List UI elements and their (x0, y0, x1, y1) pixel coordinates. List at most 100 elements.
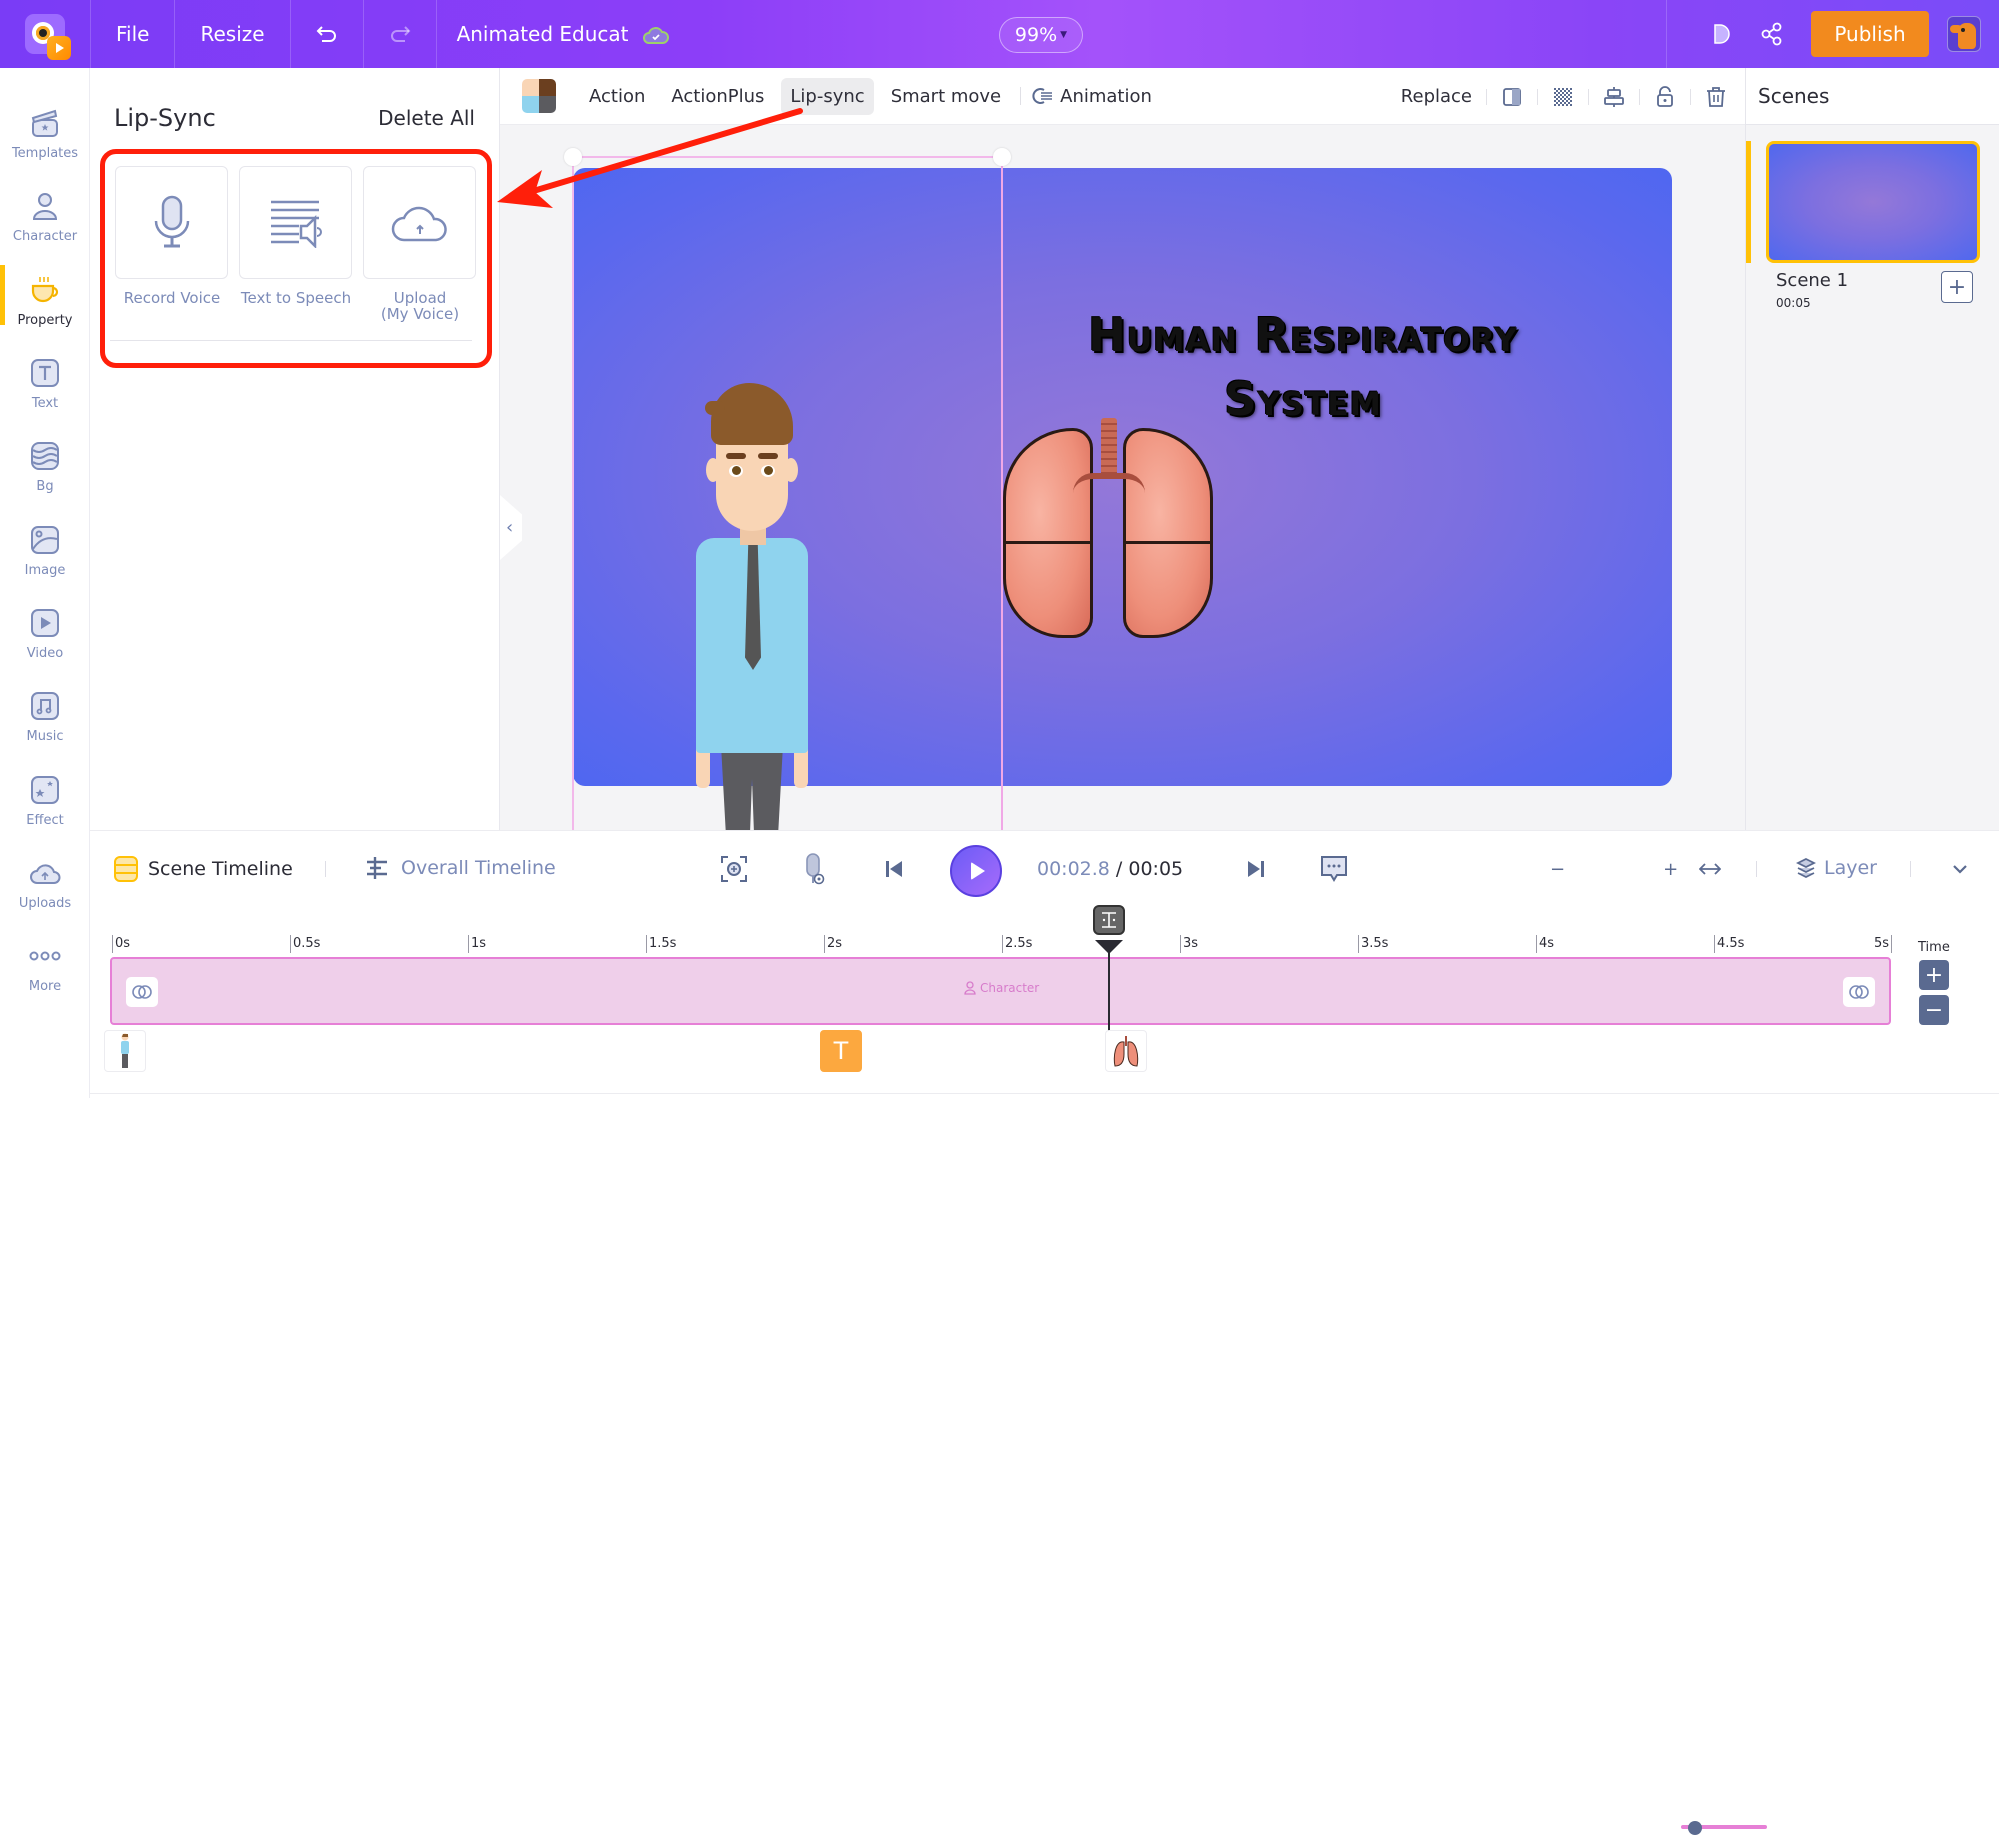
zoom-in-icon[interactable]: + (1663, 859, 1678, 880)
lock-button[interactable] (1654, 85, 1676, 108)
sidebar-item-property[interactable]: Property (0, 265, 90, 345)
file-menu[interactable]: File (91, 0, 174, 68)
fit-width-button[interactable] (1694, 853, 1726, 885)
subtitles-button[interactable] (1318, 853, 1350, 885)
timeline-ruler[interactable]: 0s 0.5s 1s 1.5s 2s 2.5s 3s 3.5s 4s 4.5s 5s (110, 935, 1895, 957)
sidebar-label: Image (24, 563, 66, 578)
transparency-button[interactable] (1552, 86, 1574, 108)
undo-icon (316, 26, 336, 42)
delete-all-button[interactable]: Delete All (378, 106, 475, 130)
sidebar-item-music[interactable]: Music (0, 681, 90, 761)
selection-border (572, 156, 1002, 158)
sidebar-item-video[interactable]: Video (0, 598, 90, 678)
sidebar-item-uploads[interactable]: Uploads (0, 848, 90, 928)
sidebar-item-image[interactable]: Image (0, 515, 90, 595)
person-icon (964, 981, 976, 995)
background-icon (28, 439, 62, 473)
timeline-controls: Scene Timeline Overall Timeline 00:02.8 … (90, 830, 1999, 1835)
collapse-timeline-button[interactable] (1944, 853, 1976, 885)
scene-thumbnail[interactable] (1766, 141, 1980, 263)
sidebar-item-bg[interactable]: Bg (0, 431, 90, 511)
resize-handle[interactable] (993, 148, 1011, 166)
time-zoom-in-button[interactable]: + (1919, 960, 1949, 990)
record-voice-button[interactable] (115, 166, 228, 279)
sidebar-label: Templates (11, 146, 79, 161)
character-track[interactable]: Character (110, 957, 1891, 1025)
timeline-item-lungs-image[interactable] (1104, 1030, 1147, 1072)
playhead-handle[interactable] (1092, 905, 1125, 935)
redo-button[interactable] (364, 0, 436, 68)
resize-menu[interactable]: Resize (175, 0, 289, 68)
app-logo[interactable] (0, 0, 90, 68)
tab-action[interactable]: Action (580, 78, 654, 115)
undo-button[interactable] (291, 0, 363, 68)
text-icon (28, 356, 62, 390)
slider-track[interactable] (1681, 1820, 1768, 1835)
timeline-item-character[interactable] (104, 1030, 146, 1072)
microphone-settings-icon (806, 853, 825, 885)
ruler-tick: 3s (1180, 935, 1198, 953)
expand-horizontal-icon (1699, 863, 1721, 875)
timeline-item-text[interactable]: T (820, 1030, 862, 1072)
tab-lip-sync[interactable]: Lip-sync (781, 77, 874, 115)
zoom-level-dropdown[interactable]: 99% ▼ (999, 17, 1083, 53)
microphone-icon (154, 195, 189, 247)
sidebar-label: Character (12, 229, 78, 244)
skip-back-button[interactable] (878, 853, 910, 885)
project-title[interactable]: Animated Educat (437, 22, 747, 46)
sidebar-item-text[interactable]: Text (0, 348, 90, 428)
sidebar-item-effect[interactable]: Effect (0, 765, 90, 845)
time-zoom-out-button[interactable]: − (1919, 995, 1949, 1025)
resize-handle[interactable] (564, 148, 582, 166)
minus-icon: − (1924, 997, 1944, 1023)
align-button[interactable] (1603, 86, 1625, 108)
canvas-stage[interactable]: Human Respiratory System (500, 125, 1745, 830)
loop-end-button[interactable] (1843, 977, 1875, 1007)
upload-voice-button[interactable] (363, 166, 476, 279)
sidebar-item-more[interactable]: More (0, 931, 90, 1011)
slider-thumb[interactable] (1687, 1820, 1702, 1835)
tab-animation[interactable]: Animation (1023, 78, 1161, 115)
loop-start-button[interactable] (126, 977, 158, 1007)
ruler-tick: 2s (824, 935, 842, 953)
tab-actionplus[interactable]: ActionPlus (662, 78, 773, 115)
voice-record-button[interactable] (798, 853, 830, 885)
slide-title[interactable]: Human Respiratory System (960, 303, 1646, 431)
publish-button[interactable]: Publish (1811, 11, 1929, 57)
current-time: 00:02.8 (1037, 858, 1110, 880)
overall-timeline-icon (367, 857, 387, 879)
divider (90, 1093, 1999, 1094)
record-voice-label: Record Voice (123, 289, 221, 307)
ruler-tick: 0s (112, 935, 130, 953)
color-swatch-button[interactable] (522, 79, 556, 113)
play-button[interactable] (950, 845, 1002, 897)
templates-icon (28, 106, 62, 140)
character-icon (28, 189, 62, 223)
add-scene-button[interactable]: + (1941, 271, 1973, 303)
preview-button[interactable] (1697, 22, 1747, 46)
flip-button[interactable] (1501, 86, 1523, 108)
overall-timeline-tab[interactable]: Overall Timeline (365, 856, 556, 880)
transparency-icon (1554, 87, 1572, 106)
share-button[interactable] (1747, 22, 1797, 46)
zoom-fit-button[interactable] (718, 853, 750, 885)
text-to-speech-button[interactable] (239, 166, 352, 279)
layer-button[interactable]: Layer (1796, 857, 1877, 879)
ruler-tick: 0.5s (290, 935, 320, 953)
character-element[interactable] (678, 383, 828, 830)
sidebar-item-templates[interactable]: Templates (0, 98, 90, 178)
skip-forward-button[interactable] (1240, 853, 1272, 885)
tab-smart-move[interactable]: Smart move (882, 78, 1010, 115)
active-indicator (0, 265, 5, 325)
sidebar-item-character[interactable]: Character (0, 181, 90, 261)
lungs-image[interactable] (1003, 418, 1213, 643)
timeline-zoom-slider[interactable]: − + (1550, 859, 1768, 1835)
delete-button[interactable] (1705, 86, 1727, 108)
upload-label-line2: (My Voice) (380, 305, 460, 323)
upload-label-line1: Upload (393, 289, 447, 307)
scene-timeline-tab[interactable]: Scene Timeline (114, 856, 293, 882)
user-avatar[interactable] (1947, 16, 1981, 52)
zoom-out-icon[interactable]: − (1550, 859, 1565, 880)
replace-button[interactable]: Replace (1401, 86, 1472, 107)
slide-canvas[interactable]: Human Respiratory System (573, 168, 1672, 830)
